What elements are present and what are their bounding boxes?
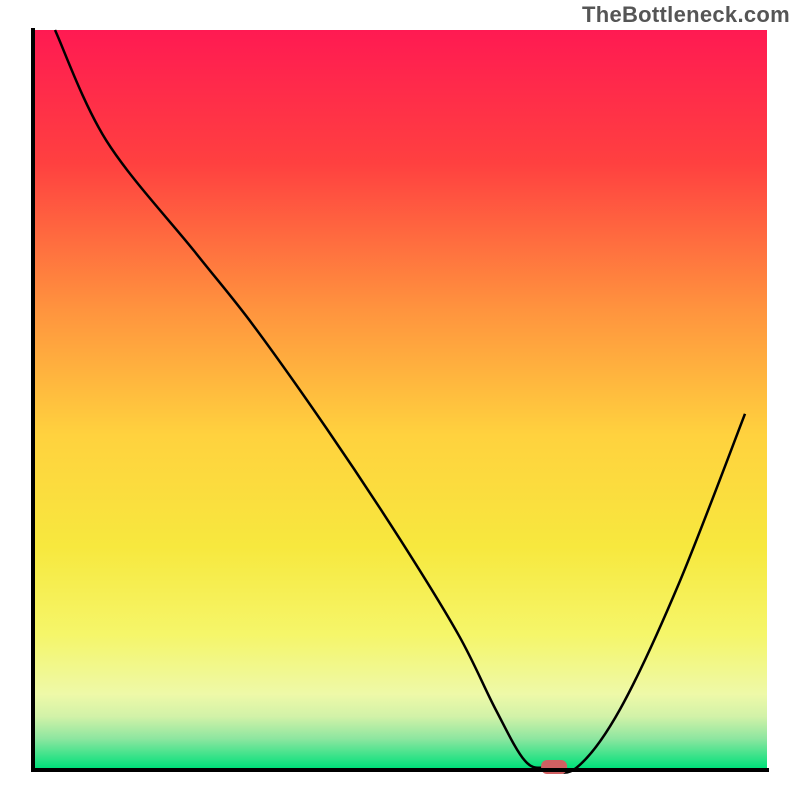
chart-svg [0, 0, 800, 800]
bottleneck-chart: TheBottleneck.com [0, 0, 800, 800]
plot-background [33, 30, 767, 768]
watermark-text: TheBottleneck.com [582, 2, 790, 28]
